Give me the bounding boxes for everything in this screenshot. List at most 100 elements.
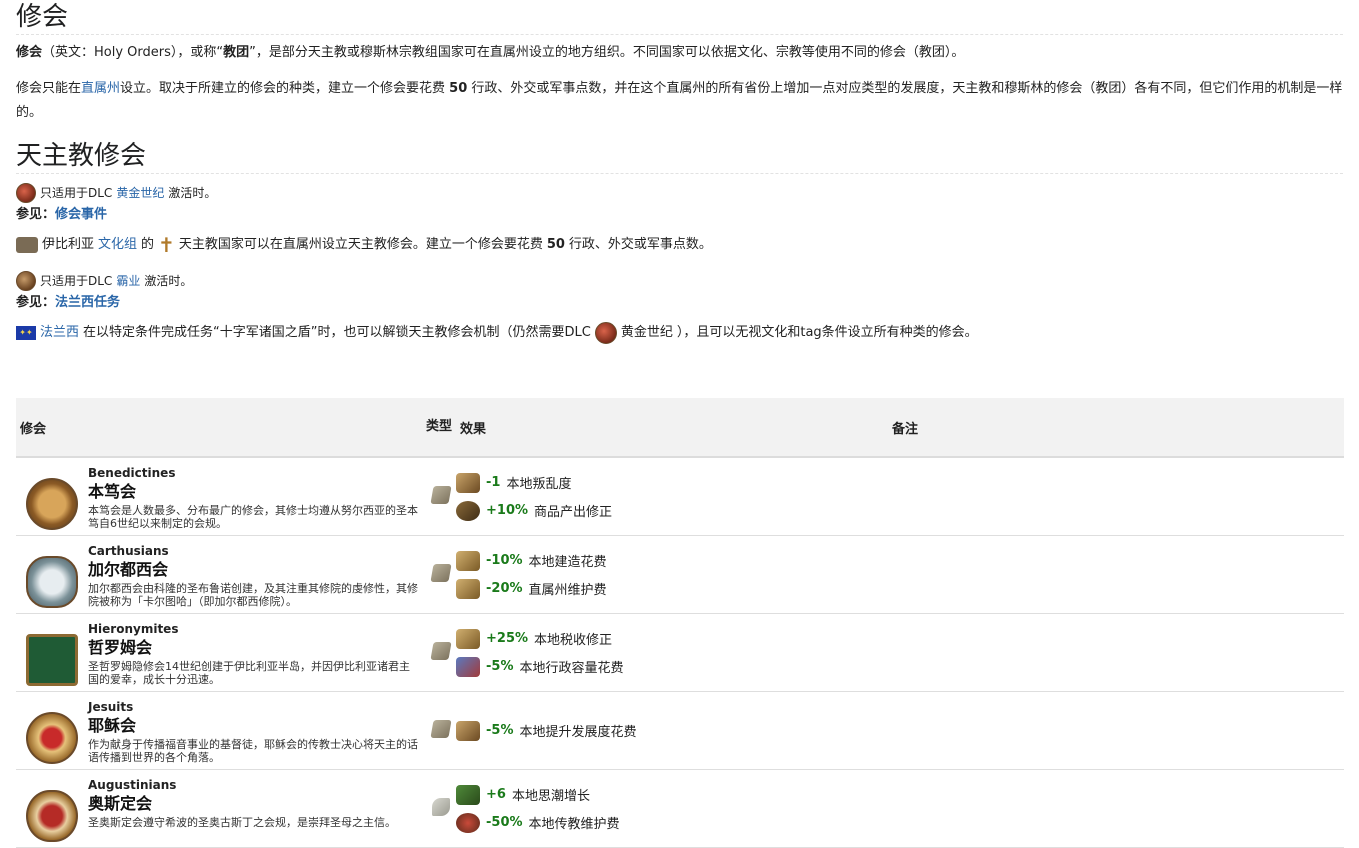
construction-cost-icon bbox=[456, 550, 480, 571]
order-name-zh: 本笃会 bbox=[88, 481, 137, 501]
effect-value: -1 bbox=[486, 475, 501, 490]
para2-a: 修会只能在 bbox=[16, 81, 82, 96]
effect-item: -1 本地叛乱度 bbox=[456, 469, 888, 497]
see-also-events: 参见：修会事件 bbox=[16, 204, 1343, 226]
para2-b: 设立。取决于所建立的修会的种类，建立一个修会要花费 bbox=[120, 81, 450, 96]
table-row: Augustinians 奥斯定会圣奥斯定会遵守希波的圣奥古斯丁之会规，是崇拜圣母… bbox=[16, 769, 1344, 848]
development-cost-icon bbox=[456, 720, 480, 741]
order-name-en: Jesuits bbox=[88, 699, 134, 714]
augustinians-emblem-icon bbox=[26, 789, 78, 842]
holy-orders-table: 修会 类型 效果 备注 Benedictines 本笃会 本笃会是人数最多、分布最广… bbox=[16, 398, 1344, 848]
effect-value: -5% bbox=[486, 723, 514, 738]
table-header-row: 修会 类型 效果 备注 bbox=[16, 398, 1344, 458]
effect-text: 本地行政容量花费 bbox=[519, 661, 624, 676]
hieronymites-emblem-icon bbox=[26, 633, 78, 686]
culture-line: 伊比利亚 文化组的 ✝ 天主教国家可以在直属州设立天主教修会。建立一个修会要花费 … bbox=[16, 234, 1343, 256]
link-culture-group[interactable]: 文化组 bbox=[98, 234, 137, 256]
effect-item: +10% 商品产出修正 bbox=[456, 497, 888, 525]
order-description: 本笃会是人数最多、分布最广的修会，其修士均遵从努尔西亚的圣本笃自6世纪以来制定的… bbox=[88, 503, 418, 530]
header-note: 备注 bbox=[888, 398, 1344, 458]
note-cell bbox=[888, 769, 1344, 848]
effect-text: 本地传教维护费 bbox=[528, 817, 620, 832]
header-order: 修会 bbox=[16, 398, 422, 458]
order-name-en: Augustinians bbox=[88, 777, 177, 792]
france-b: ），且可以无视文化和tag条件设立所有种类的修会。 bbox=[676, 325, 978, 340]
effect-item: +25% 本地税收修正 bbox=[456, 625, 888, 653]
unrest-icon bbox=[456, 472, 480, 493]
link-france[interactable]: 法兰西 bbox=[40, 322, 79, 344]
effect-text: 本地提升发展度花费 bbox=[519, 725, 637, 740]
state-maintenance-icon bbox=[456, 578, 480, 599]
link-dominion[interactable]: 霸业 bbox=[116, 270, 140, 292]
see1-label: 参见： bbox=[16, 207, 56, 222]
scroll-icon bbox=[430, 563, 452, 582]
effect-text: 直属州维护费 bbox=[528, 583, 607, 598]
table-row: Hieronymites 哲罗姆会 圣哲罗姆隐修会14世纪创建于伊比利亚半岛，并因伊… bbox=[16, 613, 1344, 692]
institution-growth-icon bbox=[456, 784, 480, 805]
dlc-notice-golden: 只适用于DLC 黄金世纪 激活时。 bbox=[16, 182, 1343, 204]
effect-text: 本地建造花费 bbox=[528, 555, 607, 570]
dlc2-pre: 只适用于DLC bbox=[40, 274, 113, 288]
intro-term: 修会 bbox=[16, 45, 43, 60]
effect-item: -5% 本地行政容量花费 bbox=[456, 653, 888, 681]
order-name-zh: 加尔都西会 bbox=[88, 559, 169, 579]
see-also-france: 参见：法兰西任务 bbox=[16, 292, 1343, 314]
note-cell bbox=[888, 535, 1344, 614]
carthusians-emblem-icon bbox=[26, 555, 78, 608]
culture-c: 天主教国家可以在直属州设立天主教修会。建立一个修会要花费 bbox=[178, 237, 543, 252]
goods-produced-icon bbox=[456, 500, 480, 521]
dominion-dlc-icon bbox=[16, 271, 36, 291]
section-heading: 天主教修会 bbox=[16, 139, 1343, 174]
dlc1-pre: 只适用于DLC bbox=[40, 186, 113, 200]
france-a: 在以特定条件完成任务“十字军诸国之盾”时，也可以解锁天主教修会机制（仍然需要DL… bbox=[83, 325, 591, 340]
france-flag-icon: ✦✦ bbox=[16, 326, 36, 340]
page: 修会 修会（英文：Holy Orders），或称“教团”，是部分天主教或穆斯林宗… bbox=[0, 0, 1359, 344]
order-description: 圣哲罗姆隐修会14世纪创建于伊比利亚半岛，并因伊比利亚诸君主国的爱幸，成长十分迅… bbox=[88, 659, 410, 686]
header-type: 类型 bbox=[422, 398, 456, 458]
intro-part2: ”，是部分天主教或穆斯林宗教组国家可在直属州设立的地方组织。不同国家可以依据文化… bbox=[249, 45, 965, 60]
scroll-icon bbox=[430, 485, 452, 504]
order-description: 作为献身于传播福音事业的基督徒，耶稣会的传教士决心将天主的话语传播到世界的各个角… bbox=[88, 737, 418, 764]
culture-a: 伊比利亚 bbox=[42, 237, 95, 252]
culture-num: 50 bbox=[546, 237, 565, 252]
para2-num: 50 bbox=[449, 81, 468, 96]
effect-item: -20% 直属州维护费 bbox=[456, 575, 888, 603]
iberian-culture-icon bbox=[16, 237, 38, 253]
effect-item: -50% 本地传教维护费 bbox=[456, 809, 888, 837]
table-row: Benedictines 本笃会 本笃会是人数最多、分布最广的修会，其修士均遵从努尔… bbox=[16, 457, 1344, 536]
order-name-zh: 奥斯定会 bbox=[88, 793, 153, 813]
effect-value: +25% bbox=[486, 631, 529, 646]
effect-value: -50% bbox=[486, 815, 523, 830]
catholic-cross-icon: ✝ bbox=[158, 233, 175, 257]
link-france-missions[interactable]: 法兰西任务 bbox=[55, 295, 120, 310]
effect-value: -5% bbox=[486, 659, 514, 674]
golden-century-dlc-icon bbox=[16, 183, 36, 203]
order-description: 圣奥斯定会遵守希波的圣奥古斯丁之会规，是崇拜圣母之主信。 bbox=[88, 815, 396, 829]
dlc-notice-dominion: 只适用于DLC 霸业 激活时。 bbox=[16, 270, 1343, 292]
france-line: ✦✦ 法兰西 在以特定条件完成任务“十字军诸国之盾”时，也可以解锁天主教修会机制（… bbox=[16, 322, 1343, 344]
culture-d: 行政、外交或军事点数。 bbox=[568, 237, 712, 252]
header-effect: 效果 bbox=[456, 398, 888, 458]
golden-century-dlc-icon bbox=[594, 322, 617, 344]
effect-item: -10% 本地建造花费 bbox=[456, 547, 888, 575]
order-name-en: Carthusians bbox=[88, 543, 169, 558]
order-name-zh: 耶稣会 bbox=[88, 715, 137, 735]
table-row: Carthusians 加尔都西会 加尔都西会由科隆的圣布鲁诺创建，及其注重其修院的… bbox=[16, 535, 1344, 614]
link-state[interactable]: 直属州 bbox=[81, 81, 120, 96]
effect-item: -5% 本地提升发展度花费 bbox=[456, 717, 888, 745]
intro-paragraph: 修会（英文：Holy Orders），或称“教团”，是部分天主教或穆斯林宗教组国… bbox=[16, 41, 1343, 65]
page-title: 修会 bbox=[16, 0, 1343, 35]
effect-item: +6 本地思潮增长 bbox=[456, 781, 888, 809]
effect-value: +10% bbox=[486, 503, 529, 518]
dlc1-post: 激活时。 bbox=[168, 186, 217, 200]
order-name-en: Hieronymites bbox=[88, 621, 179, 636]
scroll-icon bbox=[430, 641, 452, 660]
culture-b: 的 bbox=[141, 237, 155, 252]
link-order-events[interactable]: 修会事件 bbox=[55, 207, 107, 222]
intro-part1: （英文：Holy Orders），或称“ bbox=[42, 45, 224, 60]
dlc2-post: 激活时。 bbox=[144, 274, 193, 288]
order-description: 加尔都西会由科隆的圣布鲁诺创建，及其注重其修院的虔修性，其修院被称为「卡尔图哈」… bbox=[88, 581, 418, 608]
governing-cost-icon bbox=[456, 656, 480, 677]
effect-value: +6 bbox=[486, 787, 506, 802]
link-golden-century[interactable]: 黄金世纪 bbox=[116, 182, 164, 204]
